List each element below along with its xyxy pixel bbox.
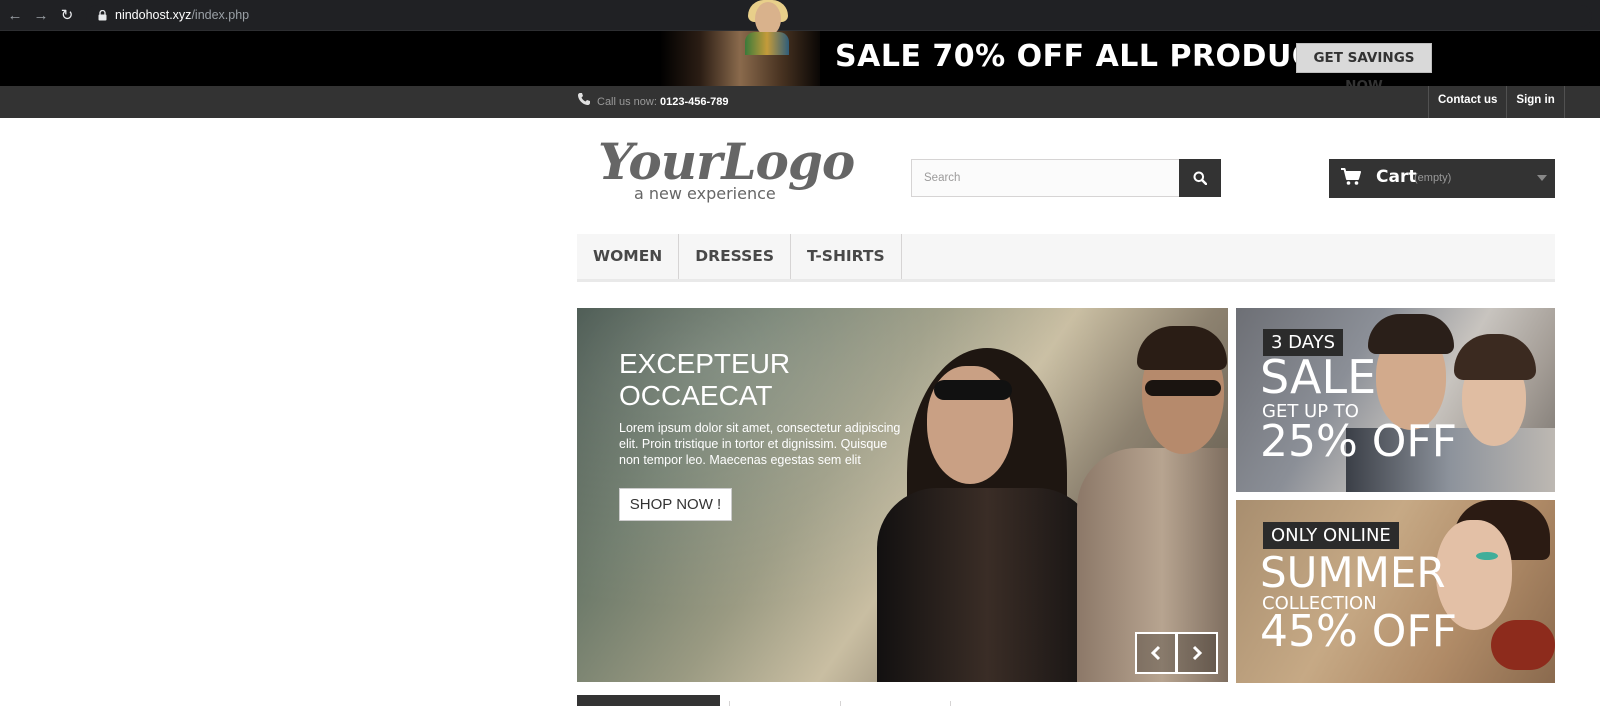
homepage-slider[interactable]: EXCEPTEUR OCCAECAT Lorem ipsum dolor sit… [577, 308, 1228, 682]
banner-summer-collection[interactable]: ONLY ONLINE SUMMER COLLECTION 45% OFF [1236, 500, 1555, 683]
logo-text: YourLogo [598, 132, 855, 191]
banner1-discount: 25% OFF [1260, 416, 1458, 467]
search-box [911, 159, 1180, 197]
banner2-sunglasses [1491, 620, 1555, 670]
search-input[interactable] [912, 160, 1179, 196]
call-label: Call us now: [597, 96, 657, 108]
tab-divider [729, 701, 730, 706]
phone-icon [578, 93, 590, 105]
cart-label: Cart [1376, 167, 1417, 187]
sign-in-link[interactable]: Sign in [1506, 86, 1565, 118]
top-nav-bar [0, 86, 1600, 118]
slide-man-sunglasses [1145, 380, 1221, 396]
chevron-right-icon [1192, 645, 1203, 661]
url-host: nindohost.xyz [115, 8, 192, 22]
tab-divider [950, 701, 951, 706]
address-text[interactable]: nindohost.xyz/index.php [115, 8, 249, 22]
cart-status: (empty) [1414, 172, 1452, 184]
slider-prev-button[interactable] [1135, 632, 1177, 674]
shop-now-button[interactable]: SHOP NOW ! [619, 488, 732, 521]
promo-photo [660, 31, 820, 86]
promo-model-body [745, 32, 789, 55]
slide-title: EXCEPTEUR OCCAECAT [619, 348, 791, 411]
chevron-down-icon [1537, 175, 1547, 181]
call-us: Call us now: 0123-456-789 [597, 96, 729, 108]
slide-text: Lorem ipsum dolor sit amet, consectetur … [619, 421, 901, 467]
search-icon [1193, 171, 1207, 185]
main-menu: WOMEN DRESSES T-SHIRTS [577, 234, 1555, 282]
banner2-headline: SUMMER [1260, 548, 1446, 597]
banner2-eye-makeup [1476, 552, 1498, 560]
tab-divider [840, 701, 841, 706]
logo-tagline: a new experience [634, 184, 776, 203]
back-icon[interactable]: ← [6, 7, 24, 25]
url-path: /index.php [191, 8, 250, 22]
address-bar[interactable] [86, 5, 1592, 27]
lock-icon [98, 10, 107, 21]
search-button[interactable] [1179, 159, 1221, 197]
banner-3-days-sale[interactable]: 3 DAYS SALE GET UP TO 25% OFF [1236, 308, 1555, 492]
promo-model-face [755, 2, 781, 36]
menu-item-tshirts[interactable]: T-SHIRTS [791, 234, 902, 279]
banner1-woman-hair [1454, 334, 1536, 380]
forward-icon[interactable]: → [32, 7, 50, 25]
promo-cta-button[interactable]: GET SAVINGS NOW [1296, 43, 1432, 94]
banner2-discount: 45% OFF [1260, 606, 1458, 657]
menu-item-dresses[interactable]: DRESSES [679, 234, 792, 279]
slide-woman-sunglasses [934, 380, 1012, 400]
chevron-left-icon [1150, 645, 1161, 661]
banner1-man-hair [1368, 314, 1454, 354]
home-tab-active[interactable] [577, 695, 720, 706]
cart-button[interactable]: Cart (empty) [1329, 159, 1555, 198]
banner2-tag: ONLY ONLINE [1263, 522, 1399, 549]
contact-us-link[interactable]: Contact us [1428, 86, 1506, 118]
promo-headline: SALE 70% OFF ALL PRODUCTS [835, 39, 1358, 74]
top-nav-links: Contact us Sign in [1428, 86, 1565, 118]
site-logo[interactable]: YourLogo a new experience [598, 132, 855, 207]
banner1-headline: SALE [1260, 350, 1377, 404]
cart-icon [1341, 168, 1361, 185]
menu-item-women[interactable]: WOMEN [577, 234, 680, 279]
reload-icon[interactable]: ↻ [58, 7, 76, 25]
slider-next-button[interactable] [1176, 632, 1218, 674]
phone-number: 0123-456-789 [659, 96, 729, 108]
slide-woman-jacket [877, 488, 1097, 682]
